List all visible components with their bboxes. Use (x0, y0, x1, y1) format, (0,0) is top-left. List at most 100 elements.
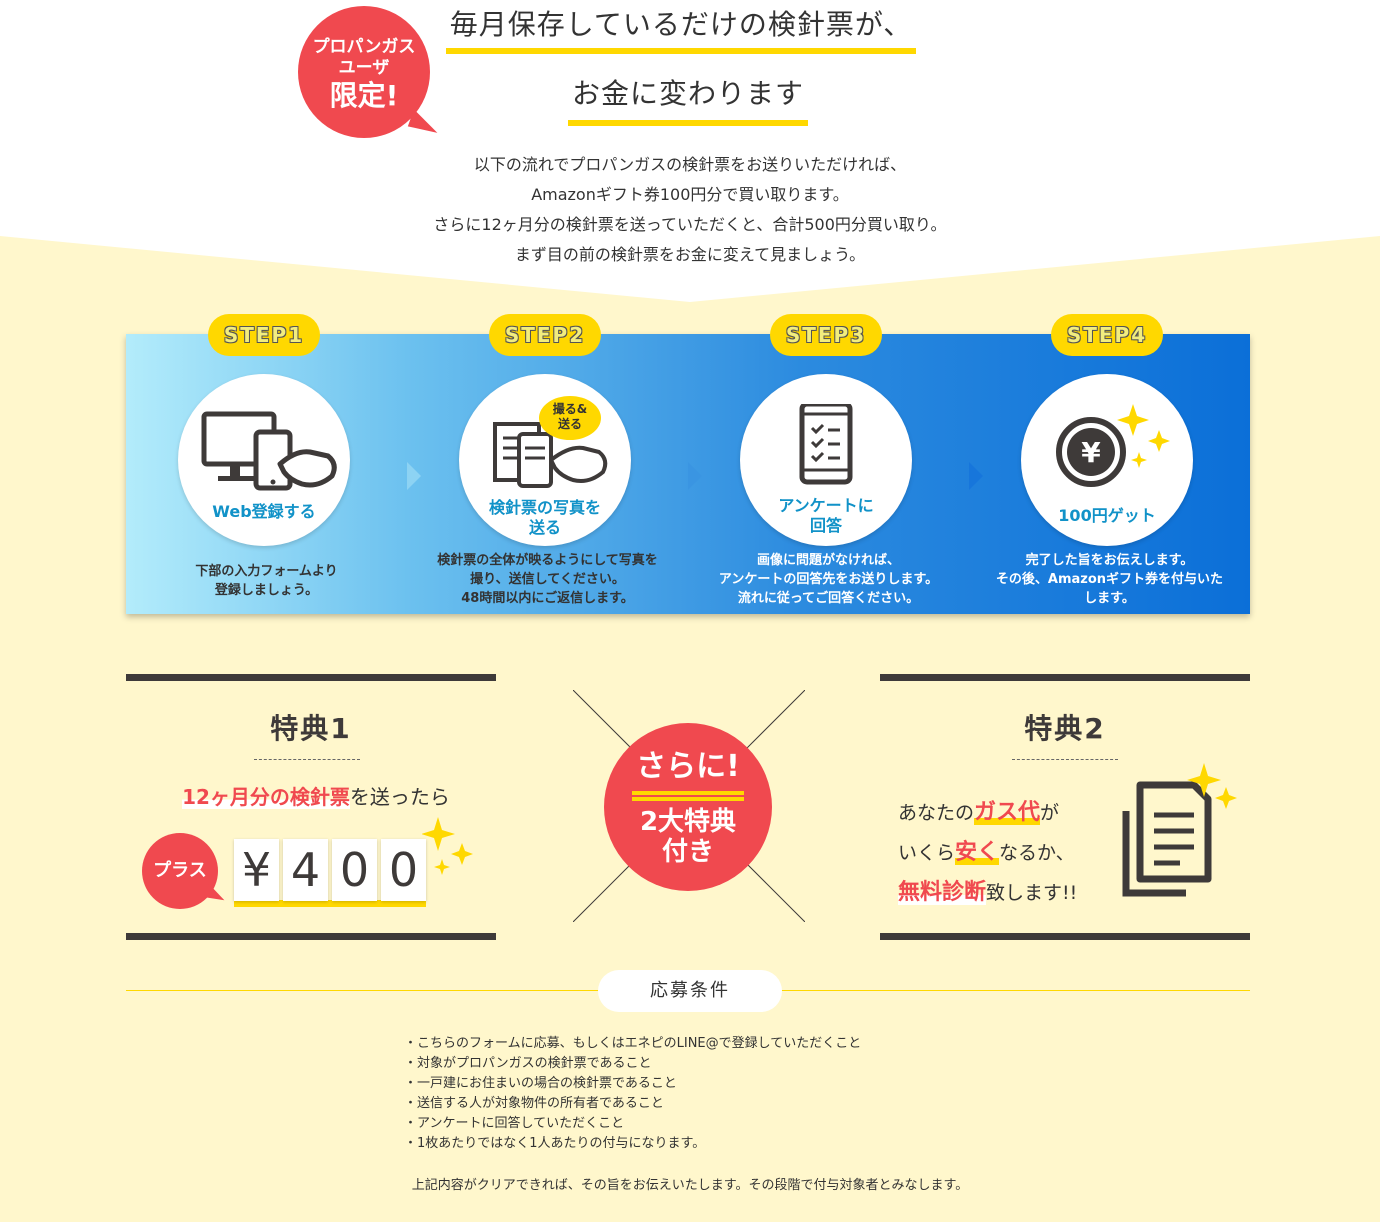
svg-text:¥: ¥ (1081, 436, 1101, 469)
benefit-title: 特典1 (270, 712, 352, 745)
benefit-2-text: あなたのガス代が いくら安くなるか、 無料診断致します!! (898, 793, 1077, 913)
title-dash-divider (254, 759, 360, 760)
text-tail: を送ったら (349, 785, 450, 809)
step-tab: STEP4 (1051, 314, 1163, 356)
checklist-phone-icon (799, 404, 853, 485)
desc-line: 48時間以内にご返信します。 (461, 591, 634, 606)
step-label-line: 回答 (809, 516, 842, 535)
step-3: STEP3 アンケートに 回答 画像に問題がなければ、 アンケートの回答先をお送… (688, 314, 969, 614)
step-circle: アンケートに 回答 (740, 374, 912, 546)
list-item: 対象がプロパンガスの検針票であること (404, 1054, 861, 1074)
amount-digit: ¥ (234, 839, 279, 901)
step-circle: ¥ 100円ゲット (1021, 374, 1193, 546)
desc-line: 検針票の全体が映るようにして写真を (437, 553, 658, 568)
intro-line: さらに12ヶ月分の検針票を送っていただくと、合計500円分買い取り。 (433, 215, 947, 234)
desc-line: その後、Amazonギフト券を付与いた (995, 572, 1224, 587)
step-label-line: Web登録する (212, 502, 316, 521)
conditions-note: 上記内容がクリアできれば、その旨をお伝えいたします。その段階で付与対象者とみなし… (411, 1178, 969, 1193)
step-label: 100円ゲット (1021, 506, 1193, 526)
devices-hand-icon (201, 411, 337, 491)
step-circle: Web登録する (178, 374, 350, 546)
conditions-title: 応募条件 (598, 970, 782, 1012)
benefit-2: 特典2 あなたのガス代が いくら安くなるか、 無料診断致します!! (880, 674, 1250, 940)
benefit-1-text: 12ヶ月分の検針票を送ったら (166, 781, 466, 810)
step-label: アンケートに 回答 (740, 496, 912, 536)
step-label: 検針票の写真を 送る (459, 498, 631, 538)
desc-line: 流れに従ってご回答ください。 (737, 591, 920, 606)
badge-subline: 2大特典 (639, 807, 737, 837)
badge-line3: 限定! (329, 79, 399, 112)
yen-coin-icon: ¥ (1056, 404, 1170, 487)
desc-line: 撮り、送信してください。 (470, 572, 625, 587)
text-part: が (1040, 802, 1060, 824)
highlight-months: 12ヶ月分 (182, 785, 270, 809)
desc-line: アンケートの回答先をお送りします。 (718, 572, 939, 587)
badge-underline (632, 791, 744, 801)
list-item: 送信する人が対象物件の所有者であること (404, 1094, 861, 1114)
intro-line: Amazonギフト券100円分で買い取ります。 (531, 185, 849, 204)
highlight-receipt: 検針票 (289, 785, 350, 809)
plus-badge: プラス (142, 833, 218, 909)
badge-line1: プロパンガス (312, 37, 416, 57)
step-description: 下部の入力フォームより 登録しましょう。 (126, 562, 407, 600)
step-circle: 撮る& 送る 検針票の写真を 送る (459, 374, 631, 546)
benefit-title: 特典2 (1024, 712, 1106, 745)
list-item: 1枚あたりではなく1人あたりの付与になります。 (404, 1134, 861, 1154)
amount-digit: 0 (332, 839, 377, 901)
badge-subline: 付き (661, 837, 714, 867)
page-title-line2: お金に変わります (568, 74, 808, 126)
badge-line: 撮る& (552, 402, 588, 416)
text-particle: の (269, 785, 290, 809)
text-part: あなたの (898, 802, 975, 824)
benefit-2-line: いくら安くなるか、 (898, 833, 1077, 873)
badge-headline: さらに! (636, 749, 740, 784)
badge-line: 送る (557, 417, 582, 431)
benefit-2-line: 無料診断致します!! (898, 873, 1077, 913)
text-part: なるか、 (999, 842, 1075, 864)
benefit-2-line: あなたのガス代が (898, 793, 1077, 833)
step-label: Web登録する (178, 502, 350, 522)
benefit-1: 特典1 12ヶ月分の検針票を送ったら プラス ¥ 4 0 0 (126, 674, 496, 940)
step-tab: STEP2 (489, 314, 601, 356)
step-label-line: 送る (528, 518, 561, 537)
badge-line2: ユーザ (338, 58, 390, 78)
list-item: こちらのフォームに応募、もしくはエネピのLINE@で登録していただくこと (404, 1034, 861, 1054)
step-label-line: 検針票の写真を (488, 498, 601, 517)
page-title-line1: 毎月保存しているだけの検針票が、 (446, 6, 916, 54)
amount-digit: 0 (381, 839, 426, 901)
two-benefits-badge: さらに! 2大特典 付き (604, 723, 772, 891)
desc-line: 画像に問題がなければ、 (756, 553, 900, 568)
highlight-cheaper: 安く (955, 840, 1000, 865)
intro-line: まず目の前の検針票をお金に変えて見ましょう。 (514, 245, 866, 264)
step-description: 画像に問題がなければ、 アンケートの回答先をお送りします。 流れに従ってご回答く… (688, 551, 969, 608)
step-tab: STEP3 (770, 314, 882, 356)
list-item: アンケートに回答していただくこと (404, 1114, 861, 1134)
desc-line: 完了した旨をお伝えします。 (1025, 553, 1194, 568)
step-label-line: アンケートに (778, 496, 874, 515)
step-description: 完了した旨をお伝えします。 その後、Amazonギフト券を付与いた します。 (969, 551, 1250, 608)
conditions-list: こちらのフォームに応募、もしくはエネピのLINE@で登録していただくこと 対象が… (404, 1034, 861, 1154)
document-icon (1122, 763, 1237, 897)
intro-line: 以下の流れでプロパンガスの検針票をお送りいただければ、 (473, 155, 907, 174)
step-2: STEP2 撮る& 送る 検針票の写真を 送る 検針票の全体が映るようにして写真… (407, 314, 688, 614)
desc-line: します。 (1084, 591, 1135, 606)
step-4: STEP4 ¥ 100円ゲット 完了した旨をお伝えします。 その後、Amazon… (969, 314, 1250, 614)
bonus-amount: ¥ 4 0 0 (234, 839, 426, 907)
shoot-send-badge: 撮る& 送る (539, 396, 601, 440)
steps-panel: STEP1 Web登録する 下部の入力フォームより 登録しましょう。 STEP2 (126, 314, 1250, 614)
step-label-line: 100円ゲット (1058, 506, 1156, 525)
amount-digit: 4 (283, 839, 328, 901)
intro-text: 以下の流れでプロパンガスの検針票をお送りいただければ、 Amazonギフト券10… (340, 150, 1040, 270)
step-tab: STEP1 (208, 314, 320, 356)
list-item: 一戸建にお住まいの場合の検針票であること (404, 1074, 861, 1094)
text-part: 致します!! (986, 882, 1078, 904)
limited-badge: プロパンガス ユーザ 限定! (298, 6, 430, 138)
desc-line: 下部の入力フォームより (195, 564, 338, 579)
step-1: STEP1 Web登録する 下部の入力フォームより 登録しましょう。 (126, 314, 407, 614)
title-dash-divider (1012, 759, 1118, 760)
sparkle-icon (422, 817, 473, 875)
highlight-gas-fee: ガス代 (974, 800, 1041, 825)
highlight-free-diagnosis: 無料診断 (898, 880, 987, 905)
step-description: 検針票の全体が映るようにして写真を 撮り、送信してください。 48時間以内にご返… (407, 551, 688, 608)
text-part: いくら (898, 842, 956, 864)
